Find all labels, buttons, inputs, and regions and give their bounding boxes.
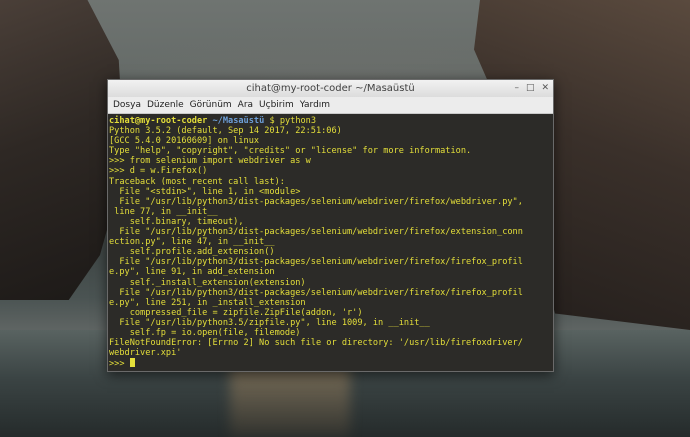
- terminal-line: self._install_extension(extension): [109, 277, 306, 288]
- terminal-line: >>> from selenium import webdriver as w: [109, 156, 311, 167]
- final-prompt: >>>: [109, 359, 130, 370]
- terminal-output[interactable]: cihat@my-root-coder ~/Masaüstü $ python3…: [108, 114, 553, 371]
- menu-gorunum[interactable]: Görünüm: [189, 100, 237, 110]
- window-controls: – □ ✕: [514, 80, 549, 97]
- menu-ara[interactable]: Ara: [237, 100, 258, 110]
- terminal-line: File "/usr/lib/python3/dist-packages/sel…: [109, 257, 523, 268]
- minimize-icon[interactable]: –: [514, 80, 519, 97]
- terminal-line: self.profile.add_extension(): [109, 247, 275, 258]
- terminal-line: self.fp = io.open(file, filemode): [109, 327, 301, 338]
- terminal-line: File "/usr/lib/python3.5/zipfile.py", li…: [109, 317, 430, 328]
- terminal-line: File "/usr/lib/python3/dist-packages/sel…: [109, 196, 523, 207]
- terminal-line: File "/usr/lib/python3/dist-packages/sel…: [109, 227, 523, 238]
- final-prompt-line[interactable]: >>>: [109, 358, 553, 369]
- prompt-user: cihat@my-root-coder: [109, 116, 208, 126]
- terminal-line: ection.py", line 47, in __init__: [109, 237, 275, 248]
- terminal-line: File "/usr/lib/python3/dist-packages/sel…: [109, 287, 523, 298]
- terminal-window: cihat@my-root-coder ~/Masaüstü – □ ✕ Dos…: [107, 79, 554, 372]
- terminal-line: Python 3.5.2 (default, Sep 14 2017, 22:5…: [109, 126, 342, 137]
- terminal-line: webdriver.xpi': [109, 348, 182, 359]
- terminal-line: self.binary, timeout),: [109, 216, 244, 227]
- prompt-symbol: $: [269, 116, 275, 126]
- prompt-command: python3: [279, 116, 317, 126]
- terminal-line: >>> d = w.Firefox(): [109, 166, 208, 177]
- terminal-line: e.py", line 91, in add_extension: [109, 267, 275, 278]
- window-titlebar[interactable]: cihat@my-root-coder ~/Masaüstü – □ ✕: [108, 80, 553, 97]
- terminal-line: Type "help", "copyright", "credits" or "…: [109, 146, 472, 157]
- menubar: Dosya Düzenle Görünüm Ara Uçbirim Yardım: [108, 97, 553, 114]
- prompt-path: ~/Masaüstü: [212, 116, 265, 126]
- menu-dosya[interactable]: Dosya: [112, 100, 146, 110]
- text-cursor: [129, 358, 135, 368]
- menu-yardim[interactable]: Yardım: [299, 100, 335, 110]
- terminal-line: compressed_file = zipfile.ZipFile(addon,…: [109, 307, 363, 318]
- terminal-line: File "<stdin>", line 1, in <module>: [109, 186, 301, 197]
- close-icon[interactable]: ✕: [541, 80, 549, 97]
- window-title: cihat@my-root-coder ~/Masaüstü: [246, 83, 415, 94]
- terminal-line: line 77, in __init__: [109, 206, 218, 217]
- menu-duzenle[interactable]: Düzenle: [146, 100, 189, 110]
- menu-ucbirim[interactable]: Uçbirim: [258, 100, 299, 110]
- terminal-line: Traceback (most recent call last):: [109, 176, 285, 187]
- prompt-line: cihat@my-root-coder ~/Masaüstü $ python3: [109, 116, 553, 126]
- terminal-line: FileNotFoundError: [Errno 2] No such fil…: [109, 338, 523, 349]
- terminal-line: e.py", line 251, in _install_extension: [109, 297, 306, 308]
- terminal-line: [GCC 5.4.0 20160609] on linux: [109, 136, 260, 147]
- maximize-icon[interactable]: □: [526, 80, 535, 97]
